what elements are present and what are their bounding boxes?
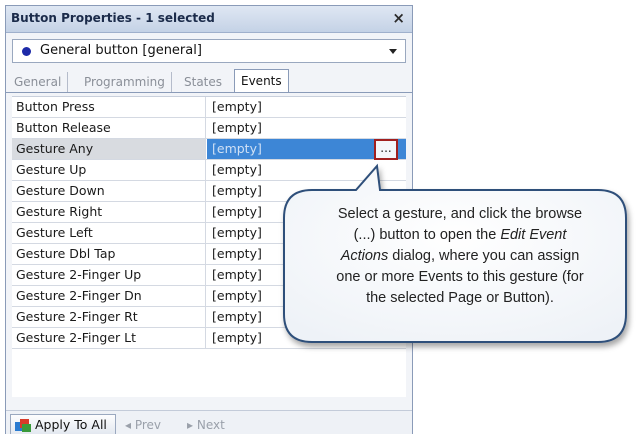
- callout-line-5: the selected Page or Button).: [366, 290, 554, 306]
- callout-text: Select a gesture, and click the browse (…: [295, 204, 625, 309]
- callout-line-1: Select a gesture, and click the browse: [337, 206, 583, 222]
- callout-line-3a: Actions: [340, 248, 389, 264]
- callout-line-2a: (...) button to open the: [353, 227, 501, 243]
- callout-line-2b: Edit Event: [500, 227, 567, 243]
- callout-line-4: one or more Events to this gesture (for: [336, 269, 584, 285]
- callout-line-3b: dialog, where you can assign: [388, 248, 580, 264]
